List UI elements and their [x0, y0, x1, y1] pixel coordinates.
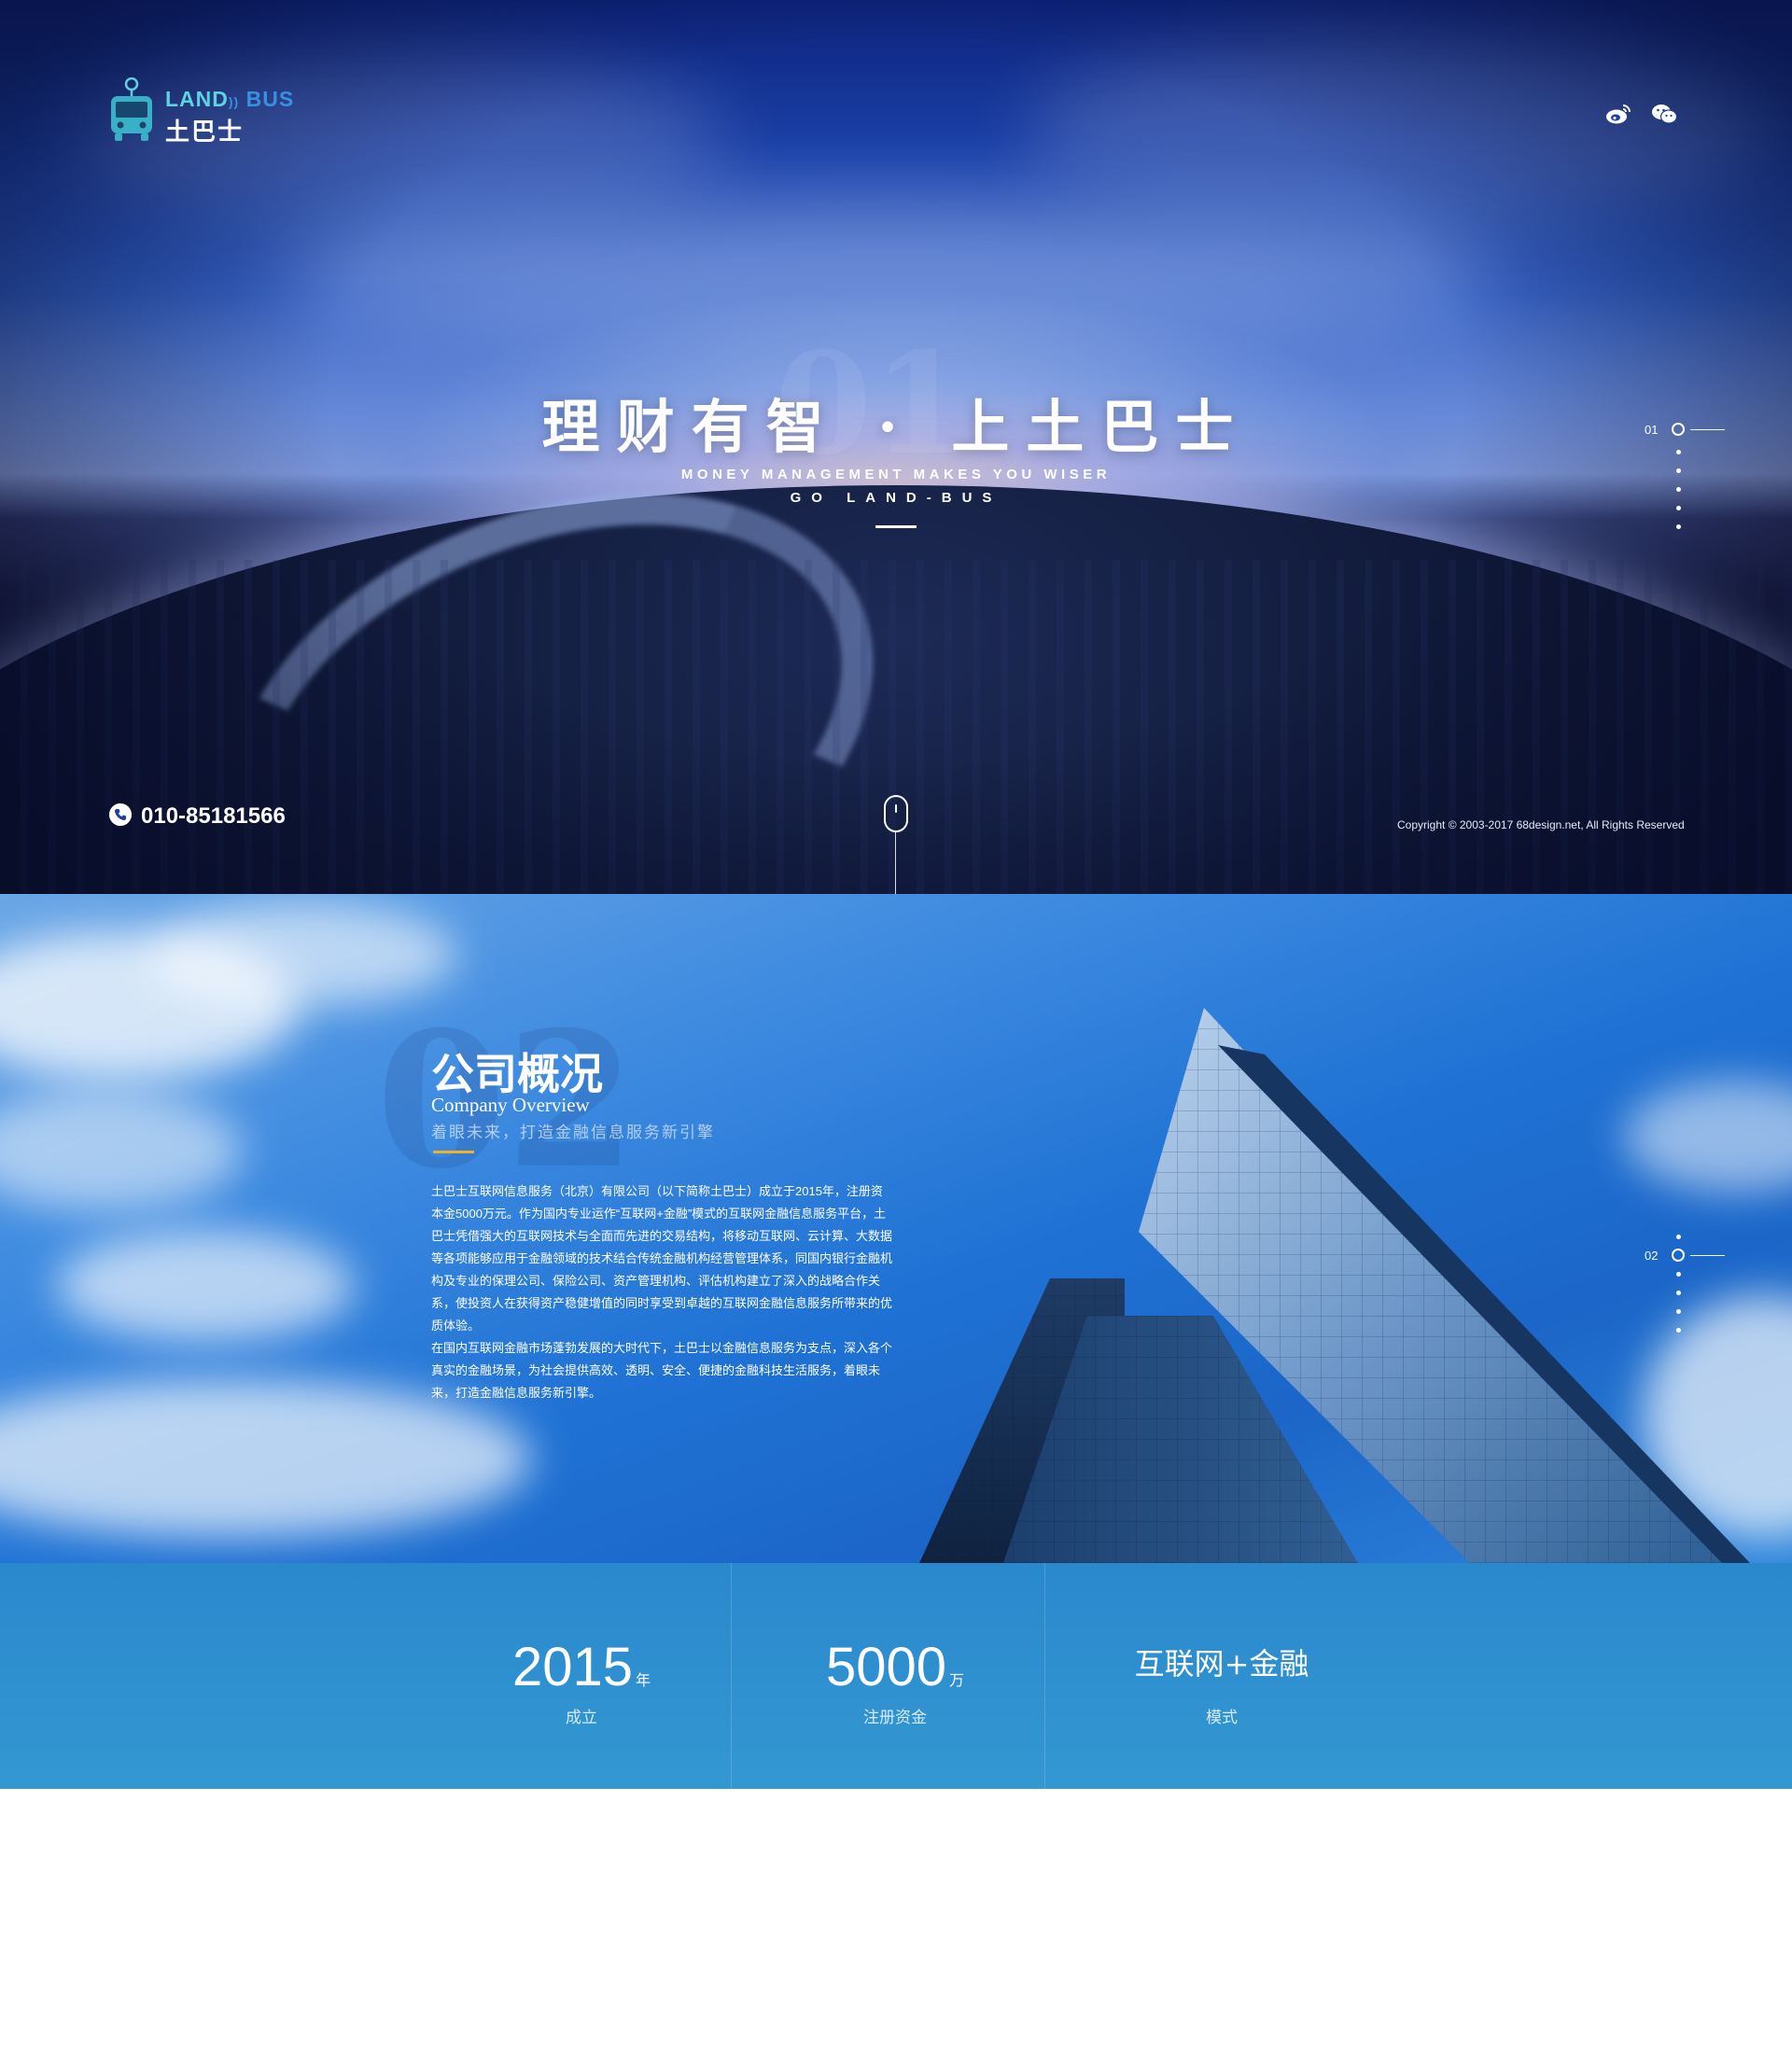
section-nav-dot[interactable]	[1676, 1291, 1681, 1295]
stat-value: 5000 万	[825, 1637, 965, 1697]
section-nav-active-ring[interactable]	[1672, 1249, 1685, 1262]
phone-number: 010-85181566	[141, 803, 286, 829]
section-nav-dot[interactable]	[1676, 506, 1681, 510]
description-paragraph: 在国内互联网金融市场蓬勃发展的大时代下，土巴士以金融信息服务为支点，深入各个真实…	[431, 1341, 893, 1400]
section-nav-dot[interactable]	[1676, 1328, 1681, 1333]
logo-text-en: LAND)) BUS	[165, 87, 295, 111]
hero-tagline: GO LAND-BUS	[790, 490, 1002, 506]
section-nav-dot[interactable]	[1676, 1309, 1681, 1314]
wechat-icon[interactable]	[1651, 103, 1677, 125]
stat-founded: 2015 年 成立	[432, 1563, 731, 1789]
skyscraper-image	[919, 1008, 1750, 1563]
copyright: Copyright © 2003-2017 68design.net, All …	[1397, 818, 1685, 831]
section-nav-dot[interactable]	[1676, 487, 1681, 492]
scroll-mouse-icon[interactable]	[884, 795, 908, 832]
section-title-en: Company Overview	[431, 1094, 590, 1116]
section-nav-bar	[1690, 429, 1725, 430]
phone-contact[interactable]: 010-85181566	[109, 803, 333, 831]
stat-label: 成立	[566, 1709, 597, 1727]
hero-subtitle: MONEY MANAGEMENT MAKES YOU WISER	[680, 467, 1112, 482]
company-description: 土巴士互联网信息服务（北京）有限公司（以下简称土巴士）成立于2015年，注册资本…	[431, 1180, 892, 1404]
logo[interactable]: LAND)) BUS 土巴士	[109, 74, 296, 147]
section-nav-bar	[1690, 1255, 1725, 1256]
section-nav-number: 02	[1645, 1249, 1659, 1263]
stat-value: 互联网+金融	[1134, 1646, 1309, 1682]
bus-icon	[111, 77, 152, 141]
weibo-icon[interactable]	[1605, 103, 1631, 125]
hero-title: 理财有智 · 上土巴士	[541, 393, 1251, 461]
stat-model: 互联网+金融 模式	[1072, 1563, 1371, 1789]
section-nav-number: 01	[1645, 423, 1659, 437]
page: LAND)) BUS 土巴士 01 理财有智 · 上土巴士 MONEY MANA…	[0, 0, 1792, 2066]
section-nav-dot[interactable]	[1676, 524, 1681, 529]
section-nav-active-ring[interactable]	[1672, 423, 1685, 436]
section-nav-dot[interactable]	[1676, 1272, 1681, 1277]
section-nav-dot[interactable]	[1676, 468, 1681, 473]
section-nav-dot[interactable]	[1676, 1235, 1681, 1239]
section-nav-dot[interactable]	[1676, 450, 1681, 454]
title-accent-line	[433, 1151, 474, 1153]
stat-label: 注册资金	[863, 1709, 927, 1727]
stat-capital: 5000 万 注册资金	[746, 1563, 1044, 1789]
stats-band: 2015 年 成立 5000 万 注册资金 互联网+金融 模式	[0, 1563, 1792, 1789]
scroll-line	[895, 832, 896, 894]
logo-text-cn: 土巴士	[165, 119, 245, 147]
hero-divider	[875, 525, 917, 528]
stat-value: 2015 年	[511, 1637, 651, 1697]
stat-label: 模式	[1206, 1709, 1238, 1727]
phone-icon	[109, 803, 132, 826]
description-paragraph: 土巴士互联网信息服务（北京）有限公司（以下简称土巴士）成立于2015年，注册资本…	[431, 1184, 893, 1333]
hero-section: LAND)) BUS 土巴士 01 理财有智 · 上土巴士 MONEY MANA…	[0, 0, 1792, 894]
section-slogan: 着眼未来，打造金融信息服务新引擎	[431, 1124, 715, 1142]
